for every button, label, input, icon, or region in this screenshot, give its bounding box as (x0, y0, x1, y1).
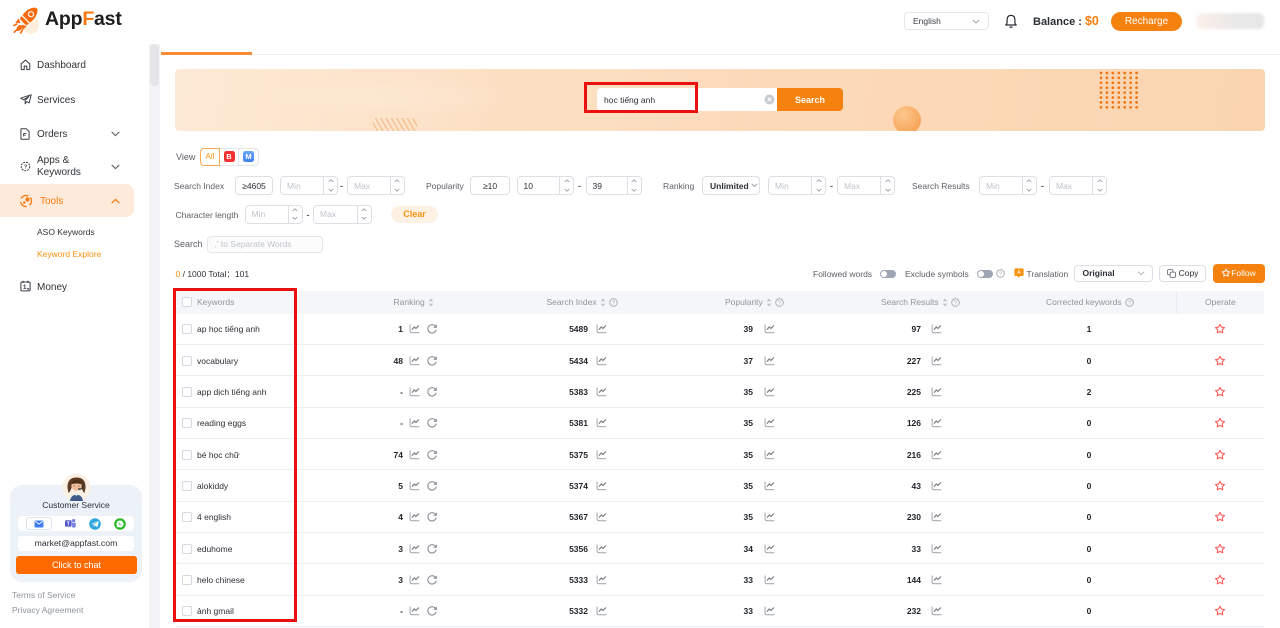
svg-text:?: ? (24, 165, 28, 171)
svg-text:T: T (67, 521, 70, 527)
svg-text:1: 1 (23, 284, 27, 291)
svg-text:A: A (1017, 270, 1021, 276)
